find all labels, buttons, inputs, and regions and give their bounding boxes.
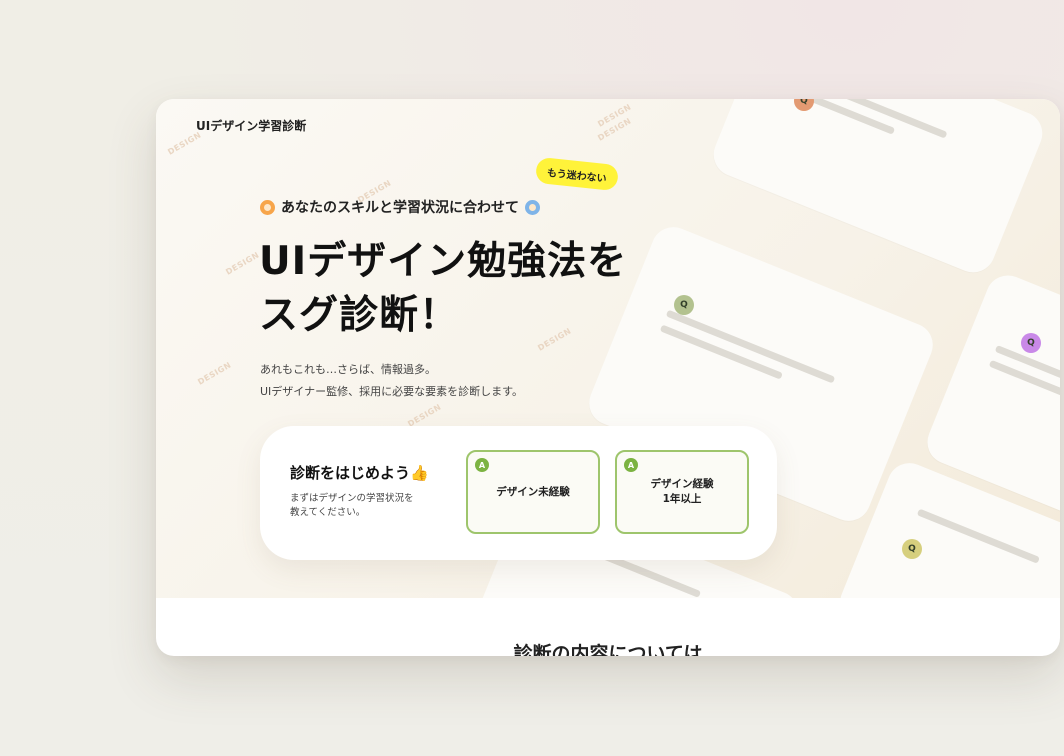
choice-label: デザイン未経験 bbox=[496, 485, 570, 498]
bg-tile bbox=[707, 99, 1049, 280]
hero-description-line2: UIデザイナー監修、採用に必要な要素を診断します。 bbox=[260, 385, 523, 398]
choice-button-experienced[interactable]: A デザイン経験 1年以上 bbox=[615, 450, 749, 534]
background-watermark: DESIGN bbox=[224, 250, 261, 277]
hero-headline: UIデザイン勉強法を スグ診断！ bbox=[259, 235, 627, 343]
hero-headline-line2: スグ診断！ bbox=[259, 293, 460, 338]
choice-label-sub: 1年以上 bbox=[662, 493, 702, 505]
map-pin-icon: Q bbox=[674, 295, 694, 315]
answer-badge-icon: A bbox=[475, 458, 489, 472]
start-card: 診断をはじめよう👍 まずはデザインの学習状況を 教えてください。 A デザイン未… bbox=[260, 426, 777, 560]
background-watermark: DESIGN bbox=[406, 402, 443, 429]
site-logo[interactable]: UIデザイン学習診断 bbox=[196, 117, 306, 134]
browser-window: Q Q Q Q DESIGN DESIGN DESIGN DESIGN DESI… bbox=[156, 99, 1060, 656]
choice-button-no-experience[interactable]: A デザイン未経験 bbox=[466, 450, 600, 534]
hero-lead-text: あなたのスキルと学習状況に合わせて bbox=[281, 200, 519, 216]
start-card-description: まずはデザインの学習状況を 教えてください。 bbox=[290, 492, 440, 520]
section-title: 診断の内容については bbox=[513, 643, 703, 656]
map-pin-icon: Q bbox=[1021, 333, 1041, 353]
start-card-description-line1: まずはデザインの学習状況を bbox=[290, 493, 414, 504]
start-card-title: 診断をはじめよう👍 bbox=[290, 464, 429, 482]
choice-label: デザイン経験 bbox=[650, 478, 714, 490]
hero-description-line1: あれもこれも…さらば、情報過多。 bbox=[260, 363, 436, 376]
hero-headline-line1: UIデザイン勉強法を bbox=[259, 239, 628, 284]
hero-section: Q Q Q Q DESIGN DESIGN DESIGN DESIGN DESI… bbox=[156, 99, 1060, 598]
background-watermark: DESIGN bbox=[166, 130, 203, 157]
background-watermark: DESIGN bbox=[196, 360, 233, 387]
start-card-description-line2: 教えてください。 bbox=[290, 507, 366, 518]
map-pin-icon: Q bbox=[902, 539, 922, 559]
face-emoji-icon bbox=[525, 199, 540, 215]
hero-lead: あなたのスキルと学習状況に合わせて bbox=[260, 197, 540, 217]
face-emoji-icon bbox=[260, 199, 275, 215]
hero-description: あれもこれも…さらば、情報過多。 UIデザイナー監修、採用に必要な要素を診断しま… bbox=[260, 359, 523, 403]
answer-badge-icon: A bbox=[624, 458, 638, 472]
